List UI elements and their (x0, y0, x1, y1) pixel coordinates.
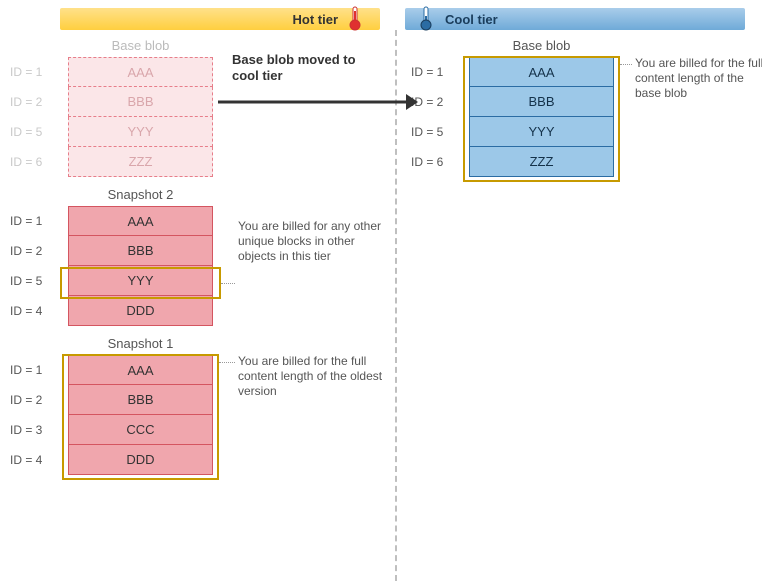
id-cell: ID = 2 (411, 87, 459, 117)
id-cell: ID = 6 (10, 147, 58, 177)
cool-base-title: Base blob (469, 38, 614, 53)
id-cell: ID = 1 (10, 355, 58, 385)
id-cell: ID = 3 (10, 415, 58, 445)
annotation-cool-base: You are billed for the full content leng… (635, 56, 762, 101)
hot-snapshot2-block: Snapshot 2 ID = 1 AAA ID = 2 BBB ID = 5 … (10, 187, 385, 326)
annotation-snap2: You are billed for any other unique bloc… (238, 219, 388, 264)
value-cell: ZZZ (469, 147, 614, 177)
id-cell: ID = 5 (10, 266, 58, 296)
value-cell: DDD (68, 445, 213, 475)
value-cell: ZZZ (68, 147, 213, 177)
annotation-snap1: You are billed for the full content leng… (238, 354, 388, 399)
value-cell: AAA (469, 57, 614, 87)
id-cell: ID = 5 (411, 117, 459, 147)
value-cell: AAA (68, 355, 213, 385)
value-cell: YYY (68, 266, 213, 296)
id-cell: ID = 1 (10, 57, 58, 87)
id-cell: ID = 5 (10, 117, 58, 147)
cool-tier-column: Cool tier Base blob ID = 1 AAA ID = 2 BB… (395, 0, 762, 491)
value-cell: BBB (469, 87, 614, 117)
id-cell: ID = 1 (411, 57, 459, 87)
id-cell: ID = 2 (10, 385, 58, 415)
tier-divider (395, 30, 397, 581)
id-cell: ID = 4 (10, 445, 58, 475)
hot-snap1-title: Snapshot 1 (68, 336, 213, 351)
value-cell: BBB (68, 87, 213, 117)
cool-tier-label: Cool tier (445, 12, 498, 27)
thermometer-cool-icon (419, 6, 433, 32)
value-cell: DDD (68, 296, 213, 326)
id-cell: ID = 2 (10, 87, 58, 117)
move-label: Base blob moved to cool tier (232, 52, 372, 83)
value-cell: YYY (68, 117, 213, 147)
hot-snapshot1-block: Snapshot 1 ID = 1 AAA ID = 2 BBB ID = 3 … (10, 336, 385, 475)
hot-tier-label: Hot tier (293, 12, 339, 27)
cool-base-blob-block: Base blob ID = 1 AAA ID = 2 BBB ID = 5 Y… (411, 38, 752, 177)
id-cell: ID = 1 (10, 206, 58, 236)
value-cell: AAA (68, 57, 213, 87)
hot-base-title: Base blob (68, 38, 213, 53)
hot-tier-header: Hot tier (60, 8, 380, 30)
value-cell: YYY (469, 117, 614, 147)
value-cell: CCC (68, 415, 213, 445)
value-cell: AAA (68, 206, 213, 236)
value-cell: BBB (68, 236, 213, 266)
id-cell: ID = 4 (10, 296, 58, 326)
id-cell: ID = 6 (411, 147, 459, 177)
hot-snap2-title: Snapshot 2 (68, 187, 213, 202)
cool-tier-header: Cool tier (405, 8, 745, 30)
diagram-root: Hot tier Base blob ID = 1 AAA ID = 2 BBB… (0, 0, 762, 491)
value-cell: BBB (68, 385, 213, 415)
id-cell: ID = 2 (10, 236, 58, 266)
thermometer-hot-icon (348, 6, 362, 32)
